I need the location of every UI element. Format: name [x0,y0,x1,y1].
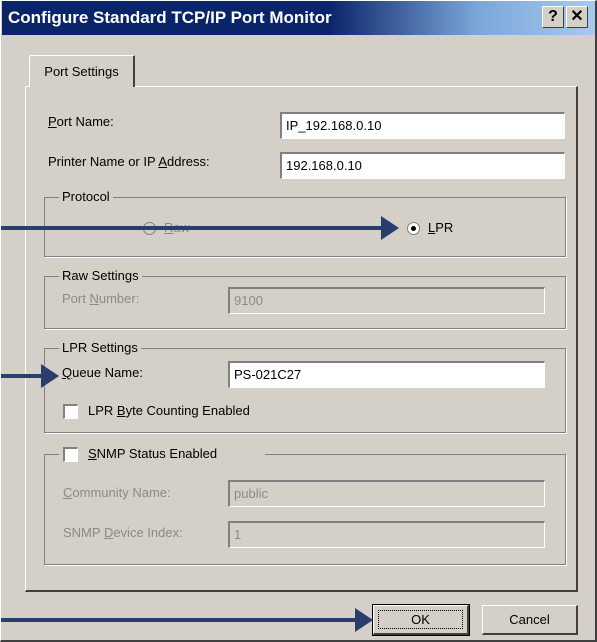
printer-address-label: Printer Name or IP Address: [48,154,210,169]
lpr-settings-group-label: LPR Settings [59,340,141,355]
port-number-field[interactable]: 9100 [228,287,545,314]
cancel-button[interactable]: Cancel [482,605,578,635]
arrow-right-icon [381,216,399,240]
annotation-arrow-line [1,226,383,230]
snmp-status-label: SNMP Status Enabled [88,446,218,461]
raw-settings-group-label: Raw Settings [59,268,142,283]
lpr-radio[interactable] [407,222,420,235]
lpr-byte-counting-label: LPR Byte Counting Enabled [88,403,250,418]
port-name-label: Port Name: [48,114,114,129]
close-button[interactable]: ✕ [566,6,588,28]
protocol-group-label: Protocol [59,189,113,204]
tab-port-settings-label: Port Settings [44,64,119,79]
annotation-arrow-line [1,374,41,378]
community-name-label: Community Name: [63,485,171,500]
snmp-device-index-label: SNMP Device Index: [63,525,183,540]
lpr-byte-counting-checkbox[interactable] [63,404,78,419]
community-name-field[interactable]: public [228,480,545,507]
window-title: Configure Standard TCP/IP Port Monitor [8,8,332,27]
queue-name-field[interactable]: PS-021C27 [228,361,545,388]
arrow-right-icon [355,608,373,632]
title-bar[interactable]: Configure Standard TCP/IP Port Monitor ?… [2,1,595,35]
port-number-label: Port Number: [62,291,140,306]
printer-address-field[interactable]: 192.168.0.10 [280,152,565,179]
tab-port-settings[interactable]: Port Settings [29,55,135,87]
lpr-radio-label: LPR [428,220,454,235]
snmp-group [44,454,566,565]
snmp-status-checkbox[interactable] [63,447,78,462]
annotation-arrow-line [1,618,357,622]
queue-name-label: Queue Name: [62,365,143,380]
port-name-field[interactable]: IP_192.168.0.10 [280,112,565,139]
dialog-window: Configure Standard TCP/IP Port Monitor ?… [0,0,597,642]
ok-button[interactable]: OK [372,604,470,636]
arrow-right-icon [41,364,59,388]
snmp-device-index-field[interactable]: 1 [228,521,545,548]
help-button[interactable]: ? [542,6,564,28]
